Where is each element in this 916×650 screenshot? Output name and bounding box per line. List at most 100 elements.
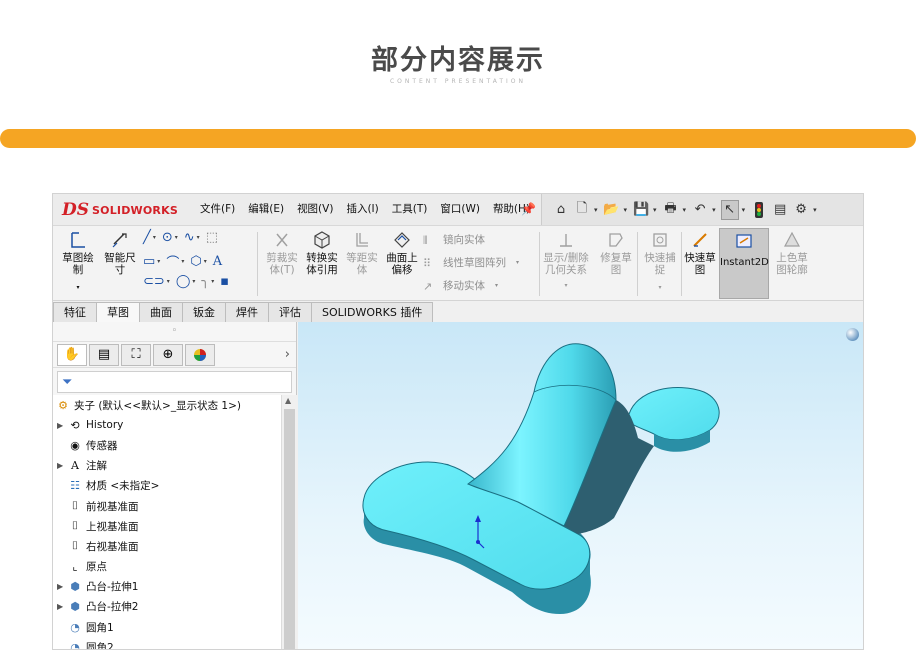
file-properties-icon[interactable]: ▤ bbox=[771, 200, 789, 220]
expand-icon[interactable]: ▶ bbox=[57, 602, 67, 611]
scrollbar-thumb[interactable] bbox=[284, 409, 295, 649]
tree-item-label: 前视基准面 bbox=[86, 500, 139, 513]
arc-icon[interactable]: ⌒ bbox=[166, 252, 179, 271]
fillet-icon: ◔ bbox=[70, 620, 80, 634]
undo-icon[interactable]: ↶ bbox=[691, 200, 709, 220]
print-caret[interactable]: ▾ bbox=[683, 206, 687, 214]
expand-icon[interactable]: ▶ bbox=[57, 421, 67, 430]
show-relations-button[interactable]: 显示/删除 几何关系 ▾ bbox=[541, 230, 591, 292]
panel-grip[interactable]: ◦ bbox=[53, 322, 296, 342]
sketch-button[interactable]: 草图绘 制 ▾ bbox=[55, 230, 101, 294]
menu-window[interactable]: 窗口(W) bbox=[440, 201, 480, 216]
tree-item[interactable]: ◔ 圆角2 bbox=[53, 637, 281, 649]
options-caret[interactable]: ▾ bbox=[813, 206, 817, 214]
tree-item[interactable]: ⌞ 原点 bbox=[53, 557, 281, 577]
tab-evaluate[interactable]: 评估 bbox=[268, 302, 312, 322]
tree-item[interactable]: ⌷ 右视基准面 bbox=[53, 536, 281, 556]
pin-icon[interactable]: 📌 bbox=[521, 202, 536, 216]
line-icon[interactable]: ╱ bbox=[143, 230, 151, 245]
filter-icon: ⏷ bbox=[62, 374, 73, 390]
menu-file[interactable]: 文件(F) bbox=[200, 201, 235, 216]
menu-tools[interactable]: 工具(T) bbox=[392, 201, 428, 216]
smart-dimension-button[interactable]: 智能尺 寸 bbox=[97, 230, 143, 276]
tree-root[interactable]: ⚙ 夹子 (默认<<默认>_显示状态 1>) bbox=[53, 395, 281, 415]
scroll-up-icon[interactable]: ▲ bbox=[285, 396, 291, 405]
tree-item[interactable]: ◔ 圆角1 bbox=[53, 617, 281, 637]
model-view bbox=[362, 343, 720, 614]
offset-on-surface-button[interactable]: 曲面上 偏移 bbox=[379, 230, 425, 276]
menu-edit[interactable]: 编辑(E) bbox=[248, 201, 284, 216]
text-icon[interactable]: A bbox=[213, 254, 222, 269]
move-entities-button[interactable]: ↗ 移动实体 ▾ bbox=[423, 278, 498, 293]
undo-caret[interactable]: ▾ bbox=[712, 206, 716, 214]
solidworks-window: DS SOLIDWORKS 文件(F) 编辑(E) 视图(V) 插入(I) 工具… bbox=[52, 193, 864, 650]
menu-insert[interactable]: 插入(I) bbox=[346, 201, 378, 216]
rapid-sketch-button[interactable]: 快速草 图 bbox=[677, 230, 723, 276]
tab-sheet-metal[interactable]: 钣金 bbox=[182, 302, 226, 322]
property-manager-tab[interactable]: ▤ bbox=[89, 343, 119, 366]
select-icon[interactable]: ↖ bbox=[720, 199, 739, 220]
rectangle-icon[interactable]: ▭ bbox=[143, 254, 155, 269]
home-icon[interactable]: ⌂ bbox=[552, 200, 570, 220]
repair-sketch-button[interactable]: 修复草 图 bbox=[593, 230, 639, 276]
tree-scrollbar[interactable]: ▲ bbox=[281, 395, 297, 649]
ear-top-face bbox=[627, 387, 720, 441]
tree-item[interactable]: ▶ ⬢ 凸台-拉伸2 bbox=[53, 597, 281, 617]
tab-surfaces[interactable]: 曲面 bbox=[139, 302, 183, 322]
tree-item-label: 圆角1 bbox=[86, 621, 114, 634]
circle-icon[interactable]: ⊙ bbox=[162, 230, 173, 245]
new-caret[interactable]: ▾ bbox=[594, 206, 598, 214]
linear-pattern-icon: ⠿ bbox=[423, 256, 432, 270]
tree-item[interactable]: ⌷ 前视基准面 bbox=[53, 496, 281, 516]
solidworks-logo: DS SOLIDWORKS bbox=[62, 196, 178, 224]
chevron-right-icon[interactable]: › bbox=[285, 347, 290, 362]
linear-pattern-button[interactable]: ⠿ 线性草图阵列 ▾ bbox=[423, 255, 519, 270]
feature-manager-tab[interactable]: ✋ bbox=[57, 343, 87, 366]
part-icon: ⚙ bbox=[58, 398, 68, 412]
tree-item[interactable]: ⌷ 上视基准面 bbox=[53, 516, 281, 536]
shaded-sketch-button[interactable]: 上色草 图轮廓 bbox=[769, 230, 815, 276]
tree-item[interactable]: ▶ ⟲ History bbox=[53, 415, 281, 435]
configuration-manager-tab[interactable]: ⛶ bbox=[121, 343, 151, 366]
manager-tabs: ✋ ▤ ⛶ ⊕ › bbox=[53, 342, 296, 368]
open-icon[interactable]: 📂 bbox=[603, 200, 621, 220]
expand-icon[interactable]: ▶ bbox=[57, 582, 67, 591]
slot-icon[interactable]: ⊂⊃ bbox=[143, 274, 165, 289]
point-icon[interactable]: ▪ bbox=[220, 274, 229, 289]
dimxpert-icon: ⊕ bbox=[162, 347, 174, 362]
instant2d-button[interactable]: Instant2D bbox=[719, 228, 769, 299]
save-icon[interactable]: 💾 bbox=[632, 200, 650, 220]
tab-weldments[interactable]: 焊件 bbox=[225, 302, 269, 322]
spline-icon[interactable]: ∿ bbox=[184, 230, 195, 245]
mirror-entities-button[interactable]: ⫴ 镜向实体 bbox=[423, 232, 485, 247]
tree-item[interactable]: ☷ 材质 <未指定> bbox=[53, 476, 281, 496]
graphics-area[interactable] bbox=[298, 322, 863, 649]
menu-view[interactable]: 视图(V) bbox=[297, 201, 333, 216]
print-icon[interactable]: 🖶 bbox=[662, 200, 680, 220]
quick-access-toolbar: ⌂ 🗋 ▾ 📂 ▾ 💾 ▾ 🖶 ▾ ↶ ▾ ↖ ▾ ▤ ⚙ ▾ bbox=[541, 194, 863, 225]
select-caret[interactable]: ▾ bbox=[742, 206, 746, 214]
repair-icon bbox=[609, 233, 623, 247]
rapid-sketch-icon bbox=[693, 233, 707, 247]
construction-icon[interactable]: ⬚ bbox=[206, 230, 218, 245]
tree-item[interactable]: ▶ A 注解 bbox=[53, 456, 281, 476]
save-caret[interactable]: ▾ bbox=[653, 206, 657, 214]
tab-features[interactable]: 特征 bbox=[53, 302, 97, 322]
tab-sketch[interactable]: 草图 bbox=[96, 302, 140, 322]
tab-addins[interactable]: SOLIDWORKS 插件 bbox=[311, 302, 434, 322]
tree-item[interactable]: ◉ 传感器 bbox=[53, 435, 281, 455]
polygon-icon[interactable]: ⬡ bbox=[190, 254, 201, 269]
mirror-icon: ⫴ bbox=[423, 233, 428, 247]
rebuild-icon[interactable] bbox=[750, 200, 768, 220]
display-manager-tab[interactable] bbox=[185, 343, 215, 366]
fillet-sketch-icon[interactable]: ╮ bbox=[201, 274, 209, 289]
dimxpert-tab[interactable]: ⊕ bbox=[153, 343, 183, 366]
tree-item[interactable]: ▶ ⬢ 凸台-拉伸1 bbox=[53, 577, 281, 597]
tree-filter[interactable]: ⏷ bbox=[57, 371, 292, 393]
ellipse-icon[interactable]: ◯ bbox=[176, 274, 191, 289]
new-icon[interactable]: 🗋 bbox=[573, 200, 591, 220]
quick-snap-icon bbox=[653, 233, 667, 247]
open-caret[interactable]: ▾ bbox=[624, 206, 628, 214]
expand-icon[interactable]: ▶ bbox=[57, 461, 67, 470]
options-icon[interactable]: ⚙ bbox=[792, 200, 810, 220]
